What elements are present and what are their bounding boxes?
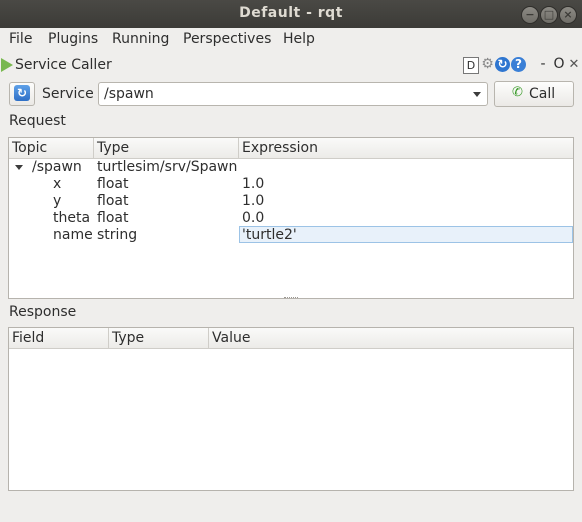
field-expression[interactable]: 1.0 (242, 193, 264, 209)
column-divider (238, 138, 239, 158)
window-maximize-button[interactable]: □ (540, 6, 558, 24)
splitter-handle[interactable] (284, 297, 298, 301)
column-divider (208, 328, 209, 348)
tree-item-topic[interactable]: /spawn (32, 159, 82, 175)
menu-help[interactable]: Help (283, 31, 315, 47)
field-expression[interactable]: 1.0 (242, 176, 264, 192)
column-divider (108, 328, 109, 348)
response-label: Response (9, 304, 77, 320)
column-type[interactable]: Type (112, 330, 144, 346)
call-button[interactable]: ✆ Call (494, 81, 574, 107)
column-topic[interactable]: Topic (12, 140, 47, 156)
menu-plugins[interactable]: Plugins (48, 31, 98, 47)
menu-running[interactable]: Running (112, 31, 169, 47)
field-name: name (53, 227, 93, 243)
service-combobox[interactable]: /spawn (98, 82, 488, 106)
column-divider (93, 138, 94, 158)
field-name: y (53, 193, 62, 209)
field-type: float (97, 176, 129, 192)
tree-item-type: turtlesim/srv/Spawn (97, 159, 238, 175)
field-name: theta (53, 210, 91, 226)
request-table-header: Topic Type Expression (9, 138, 573, 159)
call-label: Call (529, 86, 556, 102)
help-icon[interactable]: ? (511, 57, 526, 72)
field-expression[interactable]: 0.0 (242, 210, 264, 226)
refresh-icon: ↻ (14, 85, 30, 101)
request-label: Request (9, 113, 66, 129)
window-title: Default - rqt (239, 5, 343, 21)
column-field[interactable]: Field (12, 330, 44, 346)
chevron-down-icon (473, 92, 481, 97)
response-table: Field Type Value (8, 327, 574, 491)
refresh-services-button[interactable]: ↻ (9, 82, 35, 106)
phone-icon: ✆ (512, 85, 523, 100)
field-name: x (53, 176, 62, 192)
window-minimize-button[interactable]: − (521, 6, 539, 24)
reload-icon[interactable]: ↻ (495, 57, 510, 72)
window-titlebar: Default - rqt − □ × (0, 0, 582, 28)
column-value[interactable]: Value (212, 330, 250, 346)
field-expression[interactable]: 'turtle2' (242, 227, 297, 243)
request-table: Topic Type Expression /spawn turtlesim/s… (8, 137, 574, 299)
menu-file[interactable]: File (9, 31, 32, 47)
menu-perspectives[interactable]: Perspectives (183, 31, 271, 47)
response-table-header: Field Type Value (9, 328, 573, 349)
gear-icon[interactable]: ⚙ (480, 57, 495, 72)
play-icon (1, 58, 13, 72)
close-icon[interactable]: ✕ (568, 57, 580, 72)
service-label: Service (42, 86, 94, 102)
field-type: float (97, 210, 129, 226)
expand-arrow-icon[interactable] (15, 165, 23, 170)
field-type: float (97, 193, 129, 209)
plugin-title: Service Caller (15, 57, 112, 73)
float-icon[interactable]: O (553, 57, 565, 72)
service-value: /spawn (104, 86, 154, 102)
d-icon[interactable]: D (463, 57, 479, 74)
minimize-icon[interactable]: - (538, 57, 548, 72)
column-type[interactable]: Type (97, 140, 129, 156)
column-expression[interactable]: Expression (242, 140, 318, 156)
window-close-button[interactable]: × (559, 6, 577, 24)
field-type: string (97, 227, 138, 243)
